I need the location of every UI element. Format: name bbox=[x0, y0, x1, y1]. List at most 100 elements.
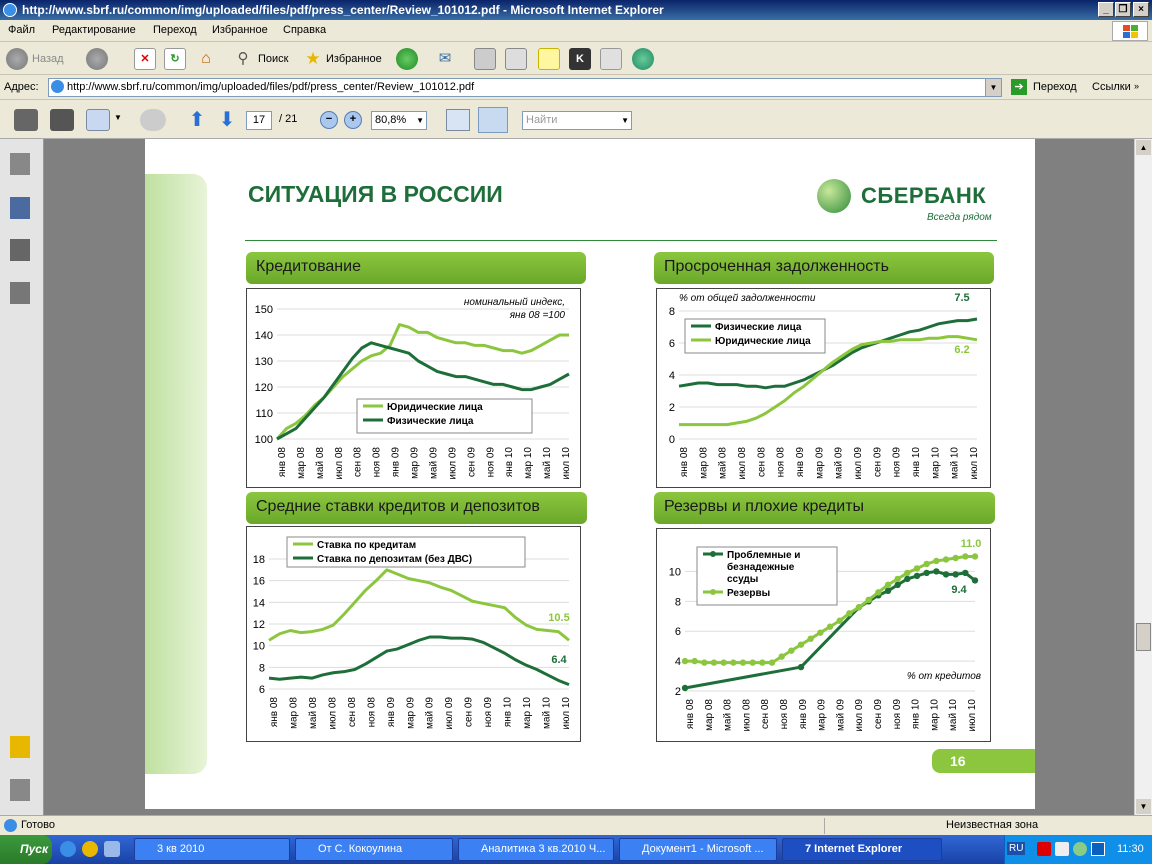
page-down-icon[interactable]: ⬇ bbox=[216, 109, 238, 131]
tray-app-icon[interactable] bbox=[1055, 842, 1069, 856]
quicklaunch-desktop-icon[interactable] bbox=[104, 841, 120, 857]
x-tick-label: мар 09 bbox=[814, 447, 825, 479]
windows-logo-icon bbox=[1112, 21, 1148, 41]
data-point bbox=[923, 560, 930, 568]
address-input[interactable]: http://www.sbrf.ru/common/img/uploaded/f… bbox=[48, 78, 1002, 97]
research-icon[interactable] bbox=[600, 48, 622, 70]
menu-help[interactable]: Справка bbox=[283, 24, 326, 36]
data-point bbox=[701, 659, 708, 666]
x-tick-label: ноя 09 bbox=[892, 699, 903, 730]
favorites-button[interactable]: Избранное bbox=[326, 48, 382, 70]
panel-header-rates: Средние ставки кредитов и депозитов bbox=[246, 492, 587, 524]
vertical-scrollbar[interactable]: ▲ ▼ bbox=[1134, 139, 1152, 815]
start-button[interactable]: Пуск bbox=[0, 835, 52, 864]
fit-page-icon[interactable] bbox=[478, 107, 508, 133]
mail-icon[interactable]: ✉ bbox=[434, 48, 456, 70]
x-tick-label: ноя 09 bbox=[483, 697, 494, 728]
x-tick-label: май 09 bbox=[834, 447, 845, 479]
x-tick-label: янв 09 bbox=[391, 447, 402, 478]
search-button[interactable]: Поиск bbox=[258, 48, 288, 70]
layers-icon[interactable] bbox=[10, 239, 30, 261]
zoom-dropdown-icon[interactable]: ▼ bbox=[416, 112, 424, 129]
share-icon[interactable] bbox=[86, 109, 110, 131]
links-button[interactable]: Ссылки bbox=[1092, 81, 1131, 93]
y-tick-label: 140 bbox=[255, 330, 273, 342]
stop-icon[interactable]: ✕ bbox=[134, 48, 156, 70]
save-icon[interactable] bbox=[50, 109, 74, 131]
page-number-input[interactable]: 17 bbox=[246, 111, 272, 130]
chart-reserves: 10 8 6 4 2 янв 08 мар 08 май 08 июл 08 сен 08 ноя … bbox=[656, 528, 991, 742]
task-word-analytics[interactable]: Аналитика 3 кв.2010 Ч... bbox=[458, 838, 614, 861]
favorites-star-icon[interactable]: ★ bbox=[302, 48, 324, 70]
sberbank-logo-icon bbox=[817, 179, 851, 213]
x-tick-label: июл 10 bbox=[561, 447, 572, 480]
paperclip-icon[interactable] bbox=[10, 779, 30, 801]
find-dropdown-icon[interactable]: ▼ bbox=[621, 112, 629, 129]
page-up-icon[interactable]: ⬆ bbox=[186, 109, 208, 131]
back-button[interactable]: Назад bbox=[32, 48, 64, 70]
x-tick-label: ноя 08 bbox=[372, 447, 383, 478]
scroll-up-icon[interactable]: ▲ bbox=[1136, 140, 1151, 155]
go-button[interactable]: Переход bbox=[1033, 81, 1077, 93]
data-point bbox=[691, 657, 698, 665]
data-point bbox=[778, 653, 785, 660]
task-folder-3kv[interactable]: 3 кв 2010 bbox=[134, 838, 290, 861]
pages-icon[interactable] bbox=[10, 153, 30, 175]
task-word-document1[interactable]: Документ1 - Microsoft ... bbox=[619, 838, 777, 861]
tray-app2-icon[interactable] bbox=[1091, 842, 1105, 856]
links-chevron-icon[interactable]: » bbox=[1134, 81, 1139, 91]
back-arrow-icon[interactable] bbox=[6, 48, 28, 70]
zoom-out-icon[interactable]: − bbox=[320, 111, 338, 129]
minimize-button[interactable]: _ bbox=[1098, 2, 1114, 17]
scroll-thumb[interactable] bbox=[1136, 623, 1151, 651]
end-value-label: 10.5 bbox=[548, 612, 569, 624]
fit-width-icon[interactable] bbox=[446, 109, 470, 131]
zoom-in-icon[interactable]: + bbox=[344, 111, 362, 129]
note-icon[interactable] bbox=[538, 48, 560, 70]
data-point bbox=[952, 571, 959, 578]
menu-favorites[interactable]: Избранное bbox=[212, 24, 268, 36]
zoom-input[interactable]: 80,8% ▼ bbox=[371, 111, 427, 130]
restore-button[interactable]: ❐ bbox=[1115, 2, 1131, 17]
data-point bbox=[865, 596, 872, 604]
print-icon[interactable] bbox=[474, 48, 496, 70]
quicklaunch-ie-icon[interactable] bbox=[60, 841, 76, 857]
share-dropdown-icon[interactable]: ▼ bbox=[114, 113, 122, 122]
menu-file[interactable]: Файл bbox=[8, 24, 35, 36]
history-icon[interactable] bbox=[396, 48, 418, 70]
print-icon[interactable] bbox=[14, 109, 38, 131]
home-icon[interactable]: ⌂ bbox=[195, 48, 217, 70]
scroll-down-icon[interactable]: ▼ bbox=[1136, 799, 1151, 814]
x-tick-label: май 09 bbox=[428, 447, 439, 479]
antivirus-icon[interactable] bbox=[1037, 842, 1051, 856]
task-internet-explorer-group[interactable]: 7 Internet Explorer bbox=[782, 838, 942, 861]
x-tick-label: мар 08 bbox=[288, 697, 299, 729]
x-tick-label: мар 08 bbox=[704, 699, 715, 731]
language-indicator[interactable]: RU bbox=[1007, 842, 1026, 855]
window-title-bar: http://www.sbrf.ru/common/img/uploaded/f… bbox=[0, 0, 1152, 20]
y-tick-label: 2 bbox=[669, 402, 675, 414]
address-dropdown-icon[interactable]: ▼ bbox=[985, 79, 1001, 96]
k-icon[interactable]: K bbox=[569, 48, 591, 70]
menu-edit[interactable]: Редактирование bbox=[52, 24, 136, 36]
bookmarks-icon[interactable] bbox=[10, 197, 30, 219]
hand-tool-icon[interactable] bbox=[140, 109, 166, 131]
x-tick-label: мар 09 bbox=[410, 447, 421, 479]
find-input[interactable]: Найти ▼ bbox=[522, 111, 632, 130]
menu-go[interactable]: Переход bbox=[153, 24, 197, 36]
search-icon[interactable]: ⚲ bbox=[232, 48, 254, 70]
edit-icon[interactable] bbox=[505, 48, 527, 70]
attachments-binoculars-icon[interactable] bbox=[10, 282, 30, 304]
decorative-leaf-background bbox=[145, 174, 207, 774]
data-point bbox=[923, 569, 930, 577]
quicklaunch-media-icon[interactable] bbox=[82, 841, 98, 857]
comments-icon[interactable] bbox=[10, 736, 30, 758]
go-arrow-icon[interactable]: ➔ bbox=[1011, 79, 1027, 95]
messenger-icon[interactable] bbox=[632, 48, 654, 70]
network-icon[interactable] bbox=[1073, 842, 1087, 856]
chart-credit: 150 140 130 120 110 100 янв 08 мар 08 май 08 июл … bbox=[246, 288, 581, 488]
close-button[interactable]: × bbox=[1133, 2, 1149, 17]
refresh-icon[interactable]: ↻ bbox=[164, 48, 186, 70]
forward-arrow-icon[interactable] bbox=[86, 48, 108, 70]
task-outlook-message[interactable]: От С. Кокоулина bbox=[295, 838, 453, 861]
